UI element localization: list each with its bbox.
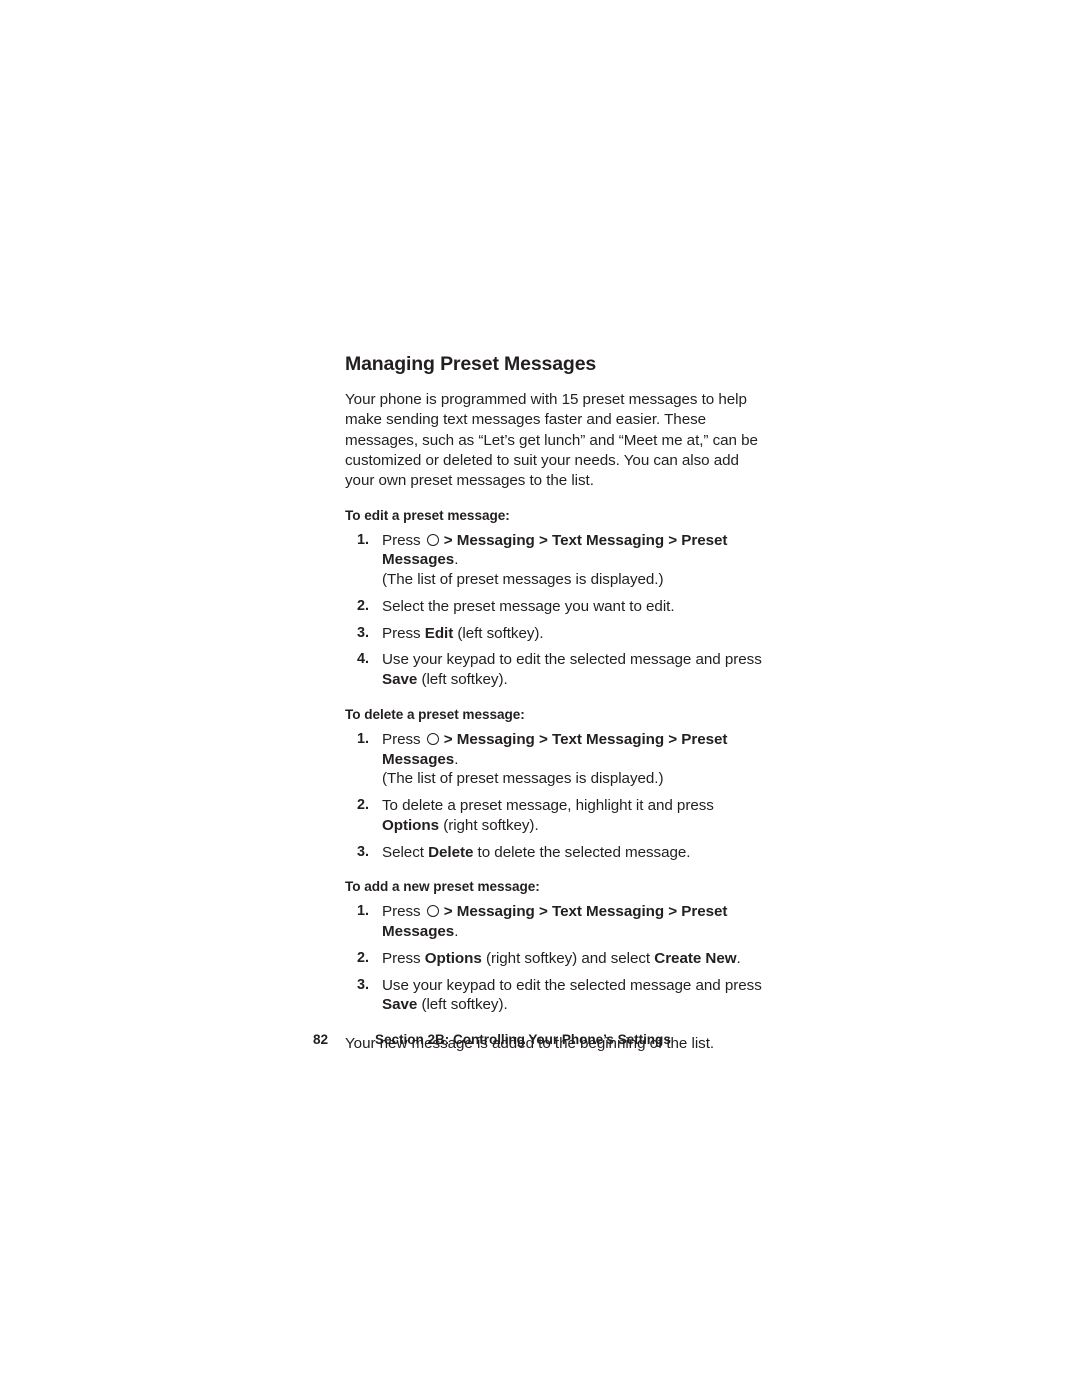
subheading-add-preset: To add a new preset message: [345,879,540,895]
step-text-pre: Press [382,949,425,967]
menu-label-delete: Delete [428,843,474,861]
step-text-post: . [736,949,741,967]
step-text-post: . [454,750,459,768]
step-number: 2. [357,597,369,614]
step-item: 3. Press Edit (left softkey). [345,624,765,644]
softkey-label-options: Options [382,816,440,834]
step-text-mid: (right softkey) and select [481,949,655,967]
step-text-post: (left softkey). [453,624,544,642]
circle-key-icon [426,533,439,546]
step-item: 2. Press Options (right softkey) and sel… [345,949,765,969]
intro-paragraph: Your phone is programmed with 15 preset … [345,391,758,489]
menu-path-1: Messaging [456,531,535,549]
menu-chevron: > [443,531,453,549]
step-text-pre: Select [382,843,429,861]
step-number: 1. [357,730,369,747]
menu-path-1: Messaging [456,730,535,748]
circle-key-icon [426,905,439,918]
step-item: 1. Press > Messaging > Text Messaging > … [345,902,765,942]
subheading-delete-preset: To delete a preset message: [345,706,525,722]
menu-chevron: > [443,730,453,748]
footer-section-label: Section 2B: Controlling Your Phone’s Set… [375,1032,671,1047]
step-subtext: (The list of preset messages is displaye… [382,770,664,788]
step-number: 3. [357,624,369,641]
circle-key-icon [426,732,439,745]
step-text-post: . [454,551,459,569]
page-title: Managing Preset Messages [345,353,597,375]
menu-chevron: > [538,903,548,921]
step-text-post: (left softkey). [417,996,508,1014]
step-number: 2. [357,797,369,814]
step-item: 1. Press > Messaging > Text Messaging > … [345,531,765,590]
step-text-pre: Use your keypad to edit the selected mes… [382,651,762,669]
step-text-post: (left softkey). [417,671,508,689]
step-item: 4. Use your keypad to edit the selected … [345,650,765,690]
step-text-post: . [454,923,459,941]
steps-list-edit: 1. Press > Messaging > Text Messaging > … [345,531,765,690]
step-item: 1. Press > Messaging > Text Messaging > … [345,730,765,789]
step-text-post: (right softkey). [439,816,539,834]
step-number: 1. [357,531,369,548]
step-text: Select the preset message you want to ed… [382,597,675,615]
step-number: 1. [357,903,369,920]
step-text-pre: Press [382,903,425,921]
step-text-pre: Press [382,624,425,642]
step-text-pre: To delete a preset message, highlight it… [382,797,714,815]
step-item: 3. Use your keypad to edit the selected … [345,976,765,1016]
menu-chevron: > [538,531,548,549]
menu-label-create-new: Create New [654,949,737,967]
menu-path-1: Messaging [456,903,535,921]
step-number: 2. [357,949,369,966]
step-item: 2. To delete a preset message, highlight… [345,796,765,836]
menu-chevron: > [668,730,678,748]
step-number: 4. [357,651,369,668]
softkey-label-save: Save [382,671,418,689]
manual-page: Managing Preset Messages Your phone is p… [0,0,1080,1397]
menu-chevron: > [538,730,548,748]
softkey-label-options: Options [424,949,482,967]
step-number: 3. [357,843,369,860]
footer-page-number: 82 [313,1032,329,1047]
menu-path-2: Text Messaging [551,903,665,921]
menu-path-2: Text Messaging [551,730,665,748]
softkey-label-save: Save [382,996,418,1014]
menu-chevron: > [668,531,678,549]
subheading-edit-preset: To edit a preset message: [345,507,510,523]
page-content: Managing Preset Messages Your phone is p… [345,352,765,1054]
steps-list-add: 1. Press > Messaging > Text Messaging > … [345,902,765,1015]
menu-chevron: > [668,903,678,921]
softkey-label-edit: Edit [424,624,454,642]
step-text-pre: Press [382,531,425,549]
step-number: 3. [357,976,369,993]
step-subtext: (The list of preset messages is displaye… [382,571,664,589]
step-text-pre: Use your keypad to edit the selected mes… [382,976,762,994]
step-text-pre: Press [382,730,425,748]
steps-list-delete: 1. Press > Messaging > Text Messaging > … [345,730,765,863]
step-item: 3. Select Delete to delete the selected … [345,843,765,863]
page-footer: 82 Section 2B: Controlling Your Phone’s S… [313,1032,813,1047]
step-item: 2. Select the preset message you want to… [345,597,765,617]
menu-chevron: > [443,903,453,921]
step-text-post: to delete the selected message. [473,843,691,861]
menu-path-2: Text Messaging [551,531,665,549]
